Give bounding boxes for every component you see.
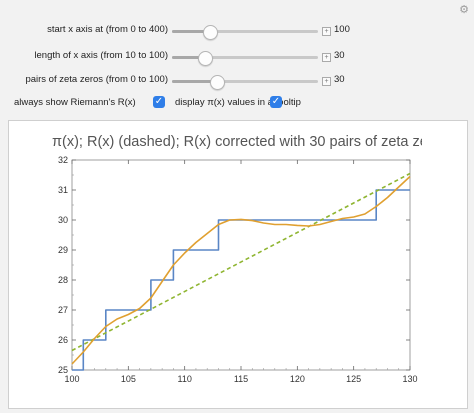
x-tick-label: 100 <box>64 374 79 384</box>
x-tick-label: 110 <box>177 374 191 384</box>
x-tick-label: 105 <box>121 374 136 384</box>
y-tick-label: 26 <box>58 335 68 345</box>
y-tick-label: 31 <box>58 185 68 195</box>
series-pi-step <box>72 189 410 371</box>
y-tick-label: 29 <box>58 245 68 255</box>
y-tick-label: 25 <box>58 365 68 375</box>
chart: 100 105 110 115 120 125 130 25 26 27 28 29 30 31 32 <box>58 155 418 384</box>
series-riemann-dashed <box>71 172 411 352</box>
y-tick-label: 27 <box>58 305 68 315</box>
y-tick-label: 28 <box>58 275 68 285</box>
x-tick-label: 125 <box>346 374 361 384</box>
x-tick-label: 130 <box>402 374 417 384</box>
y-tick-label: 32 <box>58 155 68 165</box>
series-corrected <box>71 175 411 365</box>
x-tick-label: 115 <box>234 374 248 384</box>
x-tick-label: 120 <box>290 374 305 384</box>
manipulate-panel: ⚙ start x axis at (from 0 to 400) + 100 … <box>0 0 474 413</box>
plot-area <box>71 159 411 371</box>
y-tick-label: 30 <box>58 215 68 225</box>
